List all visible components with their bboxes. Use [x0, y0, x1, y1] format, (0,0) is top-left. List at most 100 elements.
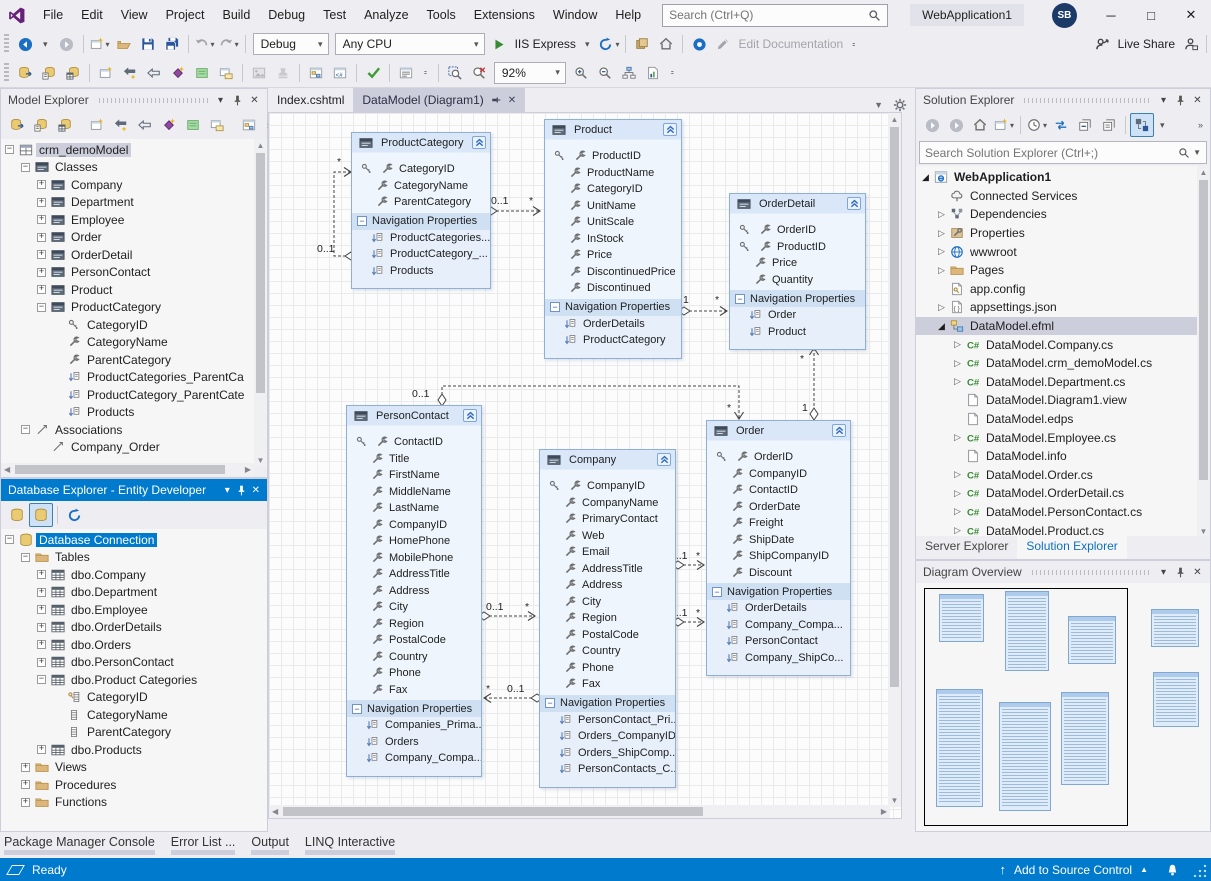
model-explorer-vscrollbar[interactable]: ▲ ▼: [254, 139, 267, 467]
collapse-chevrons-icon[interactable]: [657, 453, 671, 466]
property-row[interactable]: Email: [540, 544, 675, 561]
expander-plus-icon[interactable]: +: [37, 658, 46, 667]
tree-item-dbo-personcontact[interactable]: +dbo.PersonContact: [1, 654, 267, 672]
tree-item-datamodel-company-cs[interactable]: ▷C#DataModel.Company.cs: [916, 335, 1210, 354]
feedback-icon[interactable]: [1178, 32, 1202, 56]
property-row[interactable]: Fax: [540, 676, 675, 693]
model-explorer-hscrollbar[interactable]: ◀ ▶: [1, 463, 254, 476]
collapse-chevrons-icon[interactable]: [847, 197, 861, 210]
tree-item-functions[interactable]: +Functions: [1, 794, 267, 812]
expander-collapsed-icon[interactable]: ▷: [952, 488, 963, 499]
property-row[interactable]: ContactID: [347, 434, 481, 451]
navigation-property-row[interactable]: ProductCategories...: [352, 230, 490, 247]
collapse-minus-icon[interactable]: −: [550, 302, 560, 312]
tree-item-dependencies[interactable]: ▷Dependencies: [916, 205, 1210, 224]
property-row[interactable]: OrderID: [730, 222, 865, 239]
tree-item-order[interactable]: +Order: [1, 229, 267, 247]
property-row[interactable]: UnitName: [545, 198, 681, 215]
tree-item-parentcategory[interactable]: ParentCategory: [1, 724, 267, 742]
tree-item-appsettings-json[interactable]: ▷{ }appsettings.json: [916, 298, 1210, 317]
property-row[interactable]: Web: [540, 528, 675, 545]
collapse-chevrons-icon[interactable]: [463, 409, 477, 422]
tree-item-database-connection[interactable]: −Database Connection: [1, 531, 267, 549]
run-target-label[interactable]: IIS Express: [515, 37, 576, 51]
property-row[interactable]: Region: [540, 610, 675, 627]
tree-item-classes[interactable]: −Classes: [1, 159, 267, 177]
tree-item-dbo-employee[interactable]: +dbo.Employee: [1, 601, 267, 619]
entity-personcontact[interactable]: PersonContactContactIDTitleFirstNameMidd…: [346, 405, 482, 777]
navigation-property-row[interactable]: Order: [730, 307, 865, 324]
notifications-bell-icon[interactable]: [1166, 863, 1179, 877]
close-icon[interactable]: ✕: [1189, 564, 1206, 581]
tree-item-datamodel-info[interactable]: DataModel.info: [916, 447, 1210, 466]
expander-expanded-icon[interactable]: ◢: [920, 172, 931, 183]
expander-plus-icon[interactable]: +: [37, 623, 46, 632]
navigation-properties-header[interactable]: −Navigation Properties: [352, 213, 490, 230]
expander-collapsed-icon[interactable]: ▷: [952, 376, 963, 387]
bottom-tab-linq-interactive[interactable]: LINQ Interactive: [305, 835, 395, 852]
navigation-property-row[interactable]: OrderDetails: [545, 316, 681, 333]
pin-icon[interactable]: [234, 482, 248, 499]
property-row[interactable]: CompanyName: [540, 495, 675, 512]
toolbar-overflow-icon[interactable]: ⹀: [852, 38, 856, 51]
canvas-hscrollbar[interactable]: ◀ ▶: [269, 805, 890, 818]
window-position-icon[interactable]: ▾: [1155, 564, 1172, 581]
menu-view[interactable]: View: [112, 4, 157, 26]
undo-button[interactable]: ▾: [193, 32, 217, 56]
collapse-minus-icon[interactable]: −: [712, 587, 722, 597]
bottom-tab-output[interactable]: Output: [251, 835, 289, 852]
switch-views-button[interactable]: ▾: [992, 113, 1016, 137]
menu-analyze[interactable]: Analyze: [355, 4, 417, 26]
zoom-out-button[interactable]: [593, 61, 617, 85]
property-row[interactable]: OrderDate: [707, 499, 850, 516]
connect-database-button[interactable]: [5, 503, 29, 527]
tree-item-pages[interactable]: ▷Pages: [916, 261, 1210, 280]
menu-edit[interactable]: Edit: [72, 4, 112, 26]
tree-item-productcategory[interactable]: −ProductCategory: [1, 299, 267, 317]
auto-layout-button[interactable]: [617, 61, 641, 85]
property-row[interactable]: ProductID: [545, 148, 681, 165]
navigation-property-row[interactable]: Company_ShipCo...: [707, 650, 850, 667]
validate-model-button[interactable]: [361, 61, 385, 85]
expander-plus-icon[interactable]: +: [37, 215, 46, 224]
tree-item-datamodel-efml[interactable]: ◢DataModel.efml: [916, 317, 1210, 336]
show-system-objects-button[interactable]: [29, 503, 53, 527]
entity-product[interactable]: ProductProductIDProductNameCategoryIDUni…: [544, 119, 682, 359]
start-debugging-button[interactable]: [488, 32, 512, 56]
toolbar-grip[interactable]: [4, 34, 9, 54]
entity-productcategory[interactable]: ProductCategoryCategoryIDCategoryNamePar…: [351, 132, 491, 289]
generate-script-button[interactable]: [53, 113, 77, 137]
tree-item-dbo-department[interactable]: +dbo.Department: [1, 584, 267, 602]
search-options-dropdown-icon[interactable]: ▼: [1193, 148, 1201, 157]
entity-company[interactable]: CompanyCompanyIDCompanyNamePrimaryContac…: [539, 449, 676, 788]
navigation-property-row[interactable]: ProductCategory: [545, 332, 681, 349]
expander-collapsed-icon[interactable]: ▷: [952, 358, 963, 369]
tree-item-dbo-company[interactable]: +dbo.Company: [1, 566, 267, 584]
entity-developer-options-button[interactable]: [687, 32, 711, 56]
maximize-button[interactable]: □: [1131, 0, 1171, 30]
property-row[interactable]: Country: [540, 643, 675, 660]
tree-item-orderdetail[interactable]: +OrderDetail: [1, 246, 267, 264]
expander-plus-icon[interactable]: +: [37, 605, 46, 614]
expander-minus-icon[interactable]: −: [37, 675, 46, 684]
expander-plus-icon[interactable]: +: [21, 798, 30, 807]
diagram-canvas[interactable]: 0..1*0..1*1*0..1**10..1*0..1*0..1**0..1 …: [268, 112, 902, 819]
navigation-property-row[interactable]: Company_Compa...: [707, 617, 850, 634]
tree-item-products[interactable]: Products: [1, 404, 267, 422]
tree-item-datamodel-personcontact-cs[interactable]: ▷C#DataModel.PersonContact.cs: [916, 503, 1210, 522]
expander-expanded-icon[interactable]: ◢: [936, 321, 947, 332]
quick-search-box[interactable]: [662, 4, 888, 27]
tree-item-crm-demomodel[interactable]: −crm_demoModel: [1, 141, 267, 159]
tree-item-webapplication1[interactable]: ◢WebApplication1: [916, 168, 1210, 187]
update-model-from-database-button[interactable]: [37, 61, 61, 85]
zoom-in-button[interactable]: [569, 61, 593, 85]
collapse-minus-icon[interactable]: −: [357, 216, 367, 226]
tree-item-datamodel-department-cs[interactable]: ▷C#DataModel.Department.cs: [916, 373, 1210, 392]
property-row[interactable]: UnitScale: [545, 214, 681, 231]
show-all-files-button[interactable]: [1097, 113, 1121, 137]
expander-collapsed-icon[interactable]: ▷: [936, 302, 947, 313]
expander-collapsed-icon[interactable]: ▷: [952, 339, 963, 350]
toolbar-grip[interactable]: [4, 63, 9, 83]
property-row[interactable]: ProductID: [730, 239, 865, 256]
expander-plus-icon[interactable]: +: [37, 570, 46, 579]
